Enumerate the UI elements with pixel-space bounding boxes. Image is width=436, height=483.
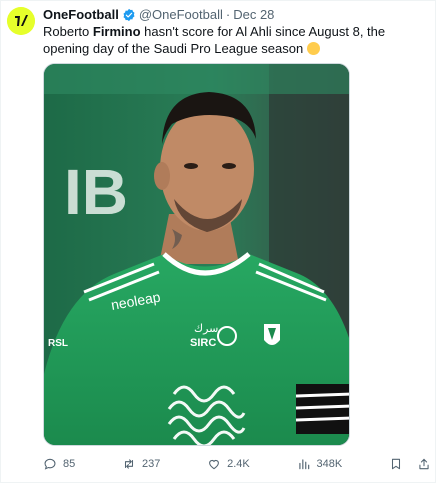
tweet-text: Roberto Firmino hasn't score for Al Ahli… bbox=[43, 23, 431, 57]
background-sign-letters: IB bbox=[64, 156, 128, 228]
bookmark-button[interactable] bbox=[389, 457, 403, 471]
retweet-button[interactable]: 237 bbox=[122, 457, 160, 471]
author-avatar[interactable] bbox=[7, 7, 35, 35]
like-button[interactable]: 2.4K bbox=[207, 457, 250, 471]
tweet-actions: 85 237 2.4K 348K bbox=[43, 455, 431, 473]
jersey-sponsor-arabic: سرك bbox=[194, 322, 218, 335]
share-button[interactable] bbox=[417, 457, 431, 471]
bookmark-icon bbox=[391, 458, 400, 470]
tweet-text-start: Roberto bbox=[43, 24, 93, 39]
views-button[interactable]: 348K bbox=[297, 457, 343, 471]
tweet-card[interactable]: OneFootball @OneFootball · Dec 28 Robert… bbox=[0, 0, 436, 483]
separator-dot: · bbox=[225, 7, 231, 22]
sleeve-text: RSL bbox=[48, 338, 68, 349]
like-count: 2.4K bbox=[227, 458, 250, 470]
author-handle[interactable]: @OneFootball bbox=[139, 7, 223, 23]
like-icon bbox=[209, 459, 220, 470]
retweet-icon bbox=[124, 459, 134, 469]
author-name[interactable]: OneFootball bbox=[43, 7, 119, 23]
reply-button[interactable]: 85 bbox=[43, 457, 75, 471]
share-icon bbox=[419, 458, 429, 470]
flushed-face-emoji-icon bbox=[306, 42, 320, 55]
views-count: 348K bbox=[316, 458, 343, 470]
views-icon bbox=[298, 459, 309, 470]
player-photo-illustration: IB neoleap سرك SIRC RSL bbox=[44, 64, 349, 445]
tweet-date[interactable]: Dec 28 bbox=[233, 7, 274, 23]
tweet-text-bold: Firmino bbox=[92, 24, 141, 39]
tweet-header: OneFootball @OneFootball · Dec 28 bbox=[43, 7, 427, 23]
tweet-photo[interactable]: IB neoleap سرك SIRC RSL bbox=[43, 63, 350, 446]
reply-count: 85 bbox=[63, 458, 76, 470]
verified-badge-icon bbox=[123, 8, 135, 22]
jersey-sponsor-sirc: SIRC bbox=[190, 337, 216, 349]
retweet-count: 237 bbox=[142, 458, 161, 470]
reply-icon bbox=[44, 458, 56, 470]
onefootball-logo bbox=[7, 7, 35, 35]
